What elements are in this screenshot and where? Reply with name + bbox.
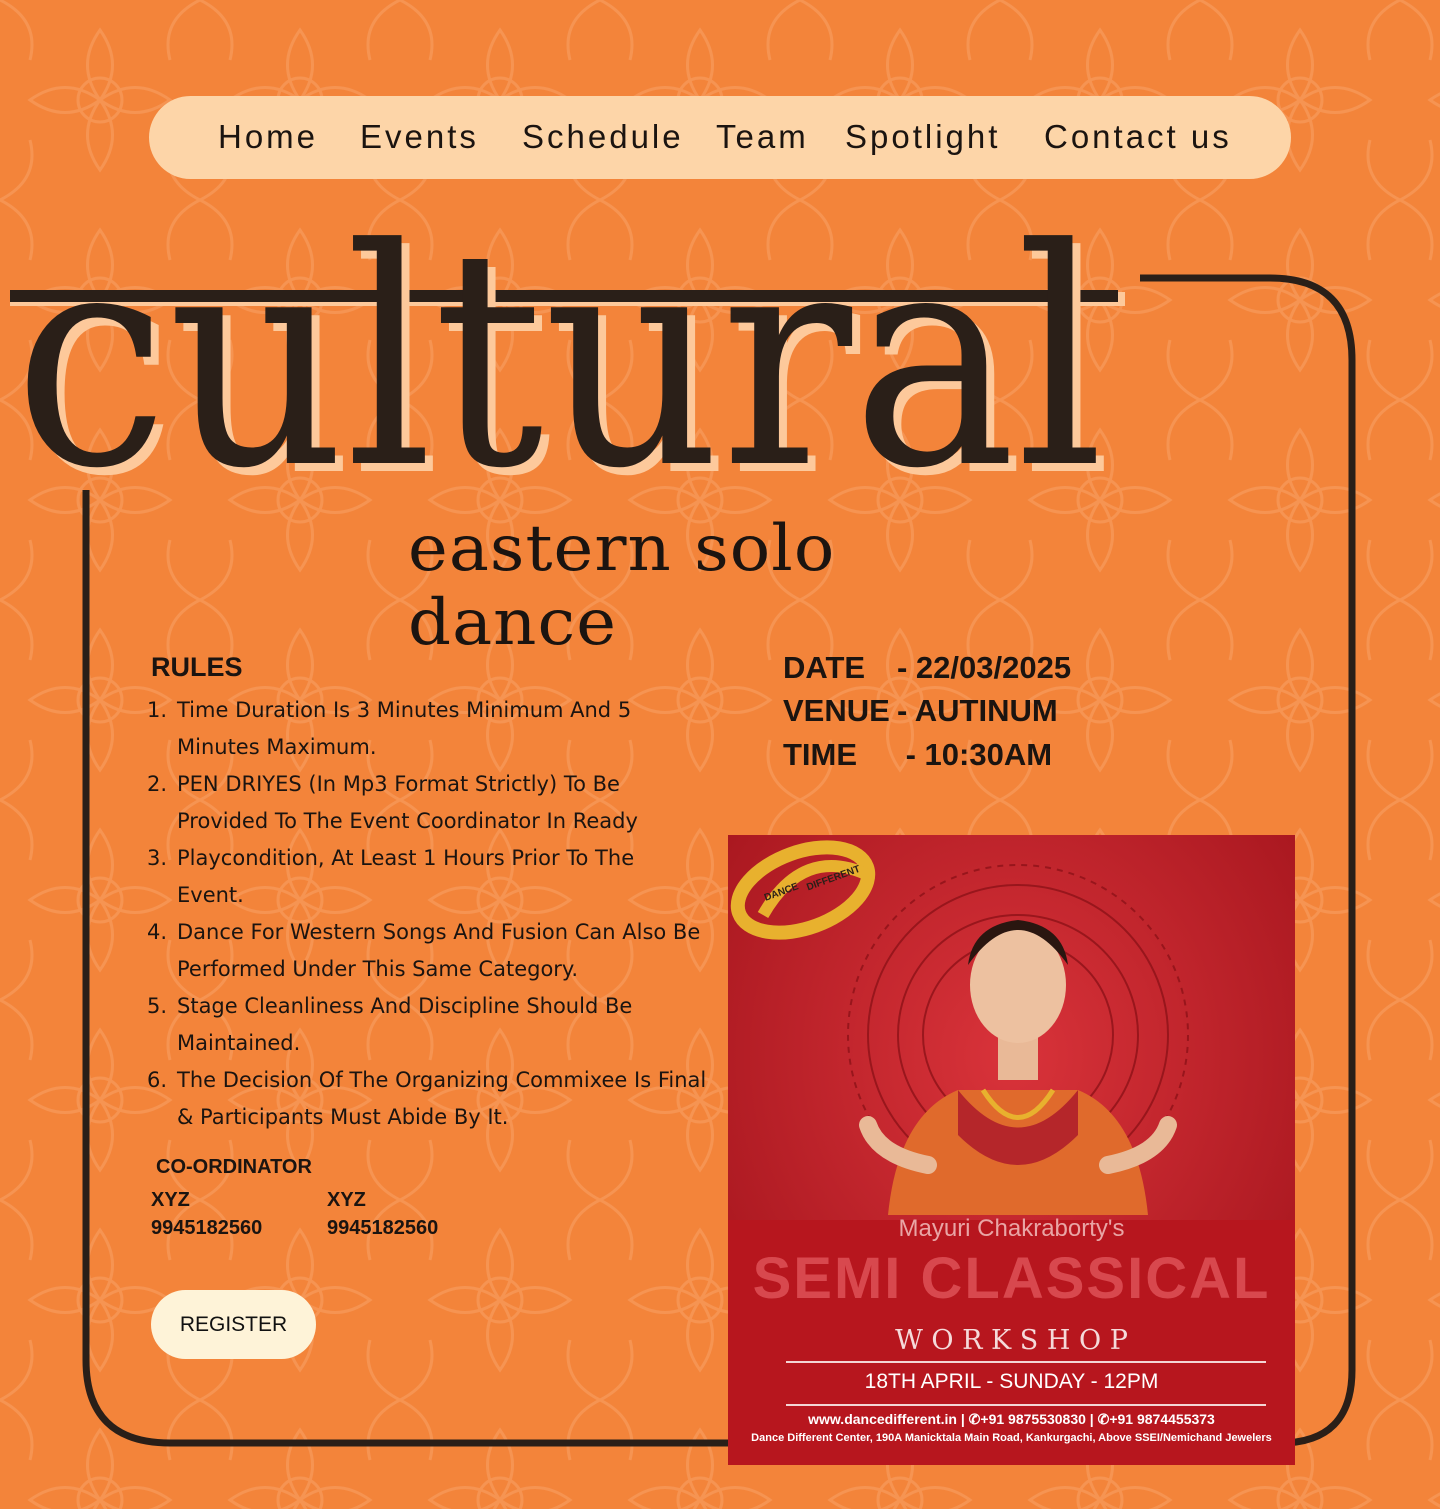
coordinator-phone: 9945182560 (327, 1217, 439, 1239)
rule-text: Time Duration Is 3 Minutes Minimum And 5 (177, 698, 632, 722)
poster-date-line: 18TH APRIL - SUNDAY - 12PM (864, 1370, 1159, 1393)
detail-label: DATE (783, 650, 866, 685)
rule-text: Maintained. (177, 1031, 301, 1055)
rule-number: 5. (147, 994, 168, 1018)
poster-address-line: Dance Different Center, 190A Manicktala … (751, 1432, 1272, 1444)
poster-presenter: Mayuri Chakraborty's (898, 1215, 1125, 1242)
rule-text: Event. (177, 883, 244, 907)
nav-home-link[interactable]: Home (218, 118, 318, 156)
detail-value: - AUTINUM (897, 693, 1058, 728)
rule-number: 6. (147, 1068, 168, 1092)
rule-text: Dance For Western Songs And Fusion Can A… (177, 920, 701, 944)
register-button[interactable]: REGISTER (151, 1290, 316, 1359)
rule-text: The Decision Of The Organizing Commixee … (177, 1068, 707, 1092)
rules-heading: RULES (151, 652, 243, 682)
rule-text: Playcondition, At Least 1 Hours Prior To… (177, 846, 635, 870)
detail-label: VENUE (783, 693, 890, 728)
coordinator-heading: CO-ORDINATOR (156, 1156, 312, 1178)
rule-number: 2. (147, 772, 168, 796)
hero-title-text: cultural (14, 185, 1104, 490)
event-poster-image: DANCE DIFFERENT Mayuri Chakraborty's SEM… (728, 835, 1295, 1465)
event-time: TIME - 10:30AM (783, 737, 1052, 773)
rule-text: Performed Under This Same Category. (177, 957, 579, 981)
coordinator-name: XYZ (327, 1189, 366, 1211)
rule-number: 3. (147, 846, 168, 870)
top-navigation-bar: Home Events Schedule Team Spotlight Cont… (149, 96, 1291, 179)
coordinator-phone: 9945182560 (151, 1217, 263, 1239)
rule-number: 1. (147, 698, 168, 722)
poster-subhead: W O R K S H O P (895, 1325, 1128, 1356)
detail-label: TIME (783, 737, 858, 772)
rule-text: PEN DRIYES (In Mp3 Format Strictly) To B… (177, 772, 620, 796)
rule-item-2: 2. PEN DRIYES (In Mp3 Format Strictly) T… (147, 766, 722, 840)
nav-events-link[interactable]: Events (360, 118, 479, 156)
event-date: DATE - 22/03/2025 (783, 650, 1071, 686)
detail-value: - 10:30AM (897, 737, 1053, 772)
nav-team-link[interactable]: Team (716, 118, 809, 156)
rule-item-3: 3. Playcondition, At Least 1 Hours Prior… (147, 840, 722, 914)
detail-value: - 22/03/2025 (897, 650, 1072, 685)
poster-contact-line: www.dancedifferent.in | ✆+91 9875530830 … (808, 1411, 1215, 1427)
coordinator-card: XYZ 9945182560 (151, 1186, 262, 1242)
rule-text: Provided To The Event Coordinator In Rea… (177, 809, 638, 833)
nav-schedule-link[interactable]: Schedule (522, 118, 684, 156)
event-name-heading: eastern solo dance (408, 512, 836, 660)
nav-contact-link[interactable]: Contact us (1044, 118, 1232, 156)
rule-item-4: 4. Dance For Western Songs And Fusion Ca… (147, 914, 722, 988)
hero-title: cultural cultural (10, 185, 1125, 490)
rule-item-6: 6. The Decision Of The Organizing Commix… (147, 1062, 722, 1136)
rules-list: 1. Time Duration Is 3 Minutes Minimum An… (147, 692, 722, 1136)
event-venue: VENUE - AUTINUM (783, 693, 1058, 729)
rule-item-1: 1. Time Duration Is 3 Minutes Minimum An… (147, 692, 722, 766)
coordinator-name: XYZ (151, 1189, 190, 1211)
rule-text: Stage Cleanliness And Discipline Should … (177, 994, 633, 1018)
poster-headline: SEMI CLASSICAL (752, 1246, 1271, 1311)
rule-text: & Participants Must Abide By It. (177, 1105, 509, 1129)
rule-number: 4. (147, 920, 168, 944)
rule-item-5: 5. Stage Cleanliness And Discipline Shou… (147, 988, 722, 1062)
nav-spotlight-link[interactable]: Spotlight (845, 118, 1000, 156)
coordinator-card: XYZ 9945182560 (327, 1186, 438, 1242)
rule-text: Minutes Maximum. (177, 735, 377, 759)
